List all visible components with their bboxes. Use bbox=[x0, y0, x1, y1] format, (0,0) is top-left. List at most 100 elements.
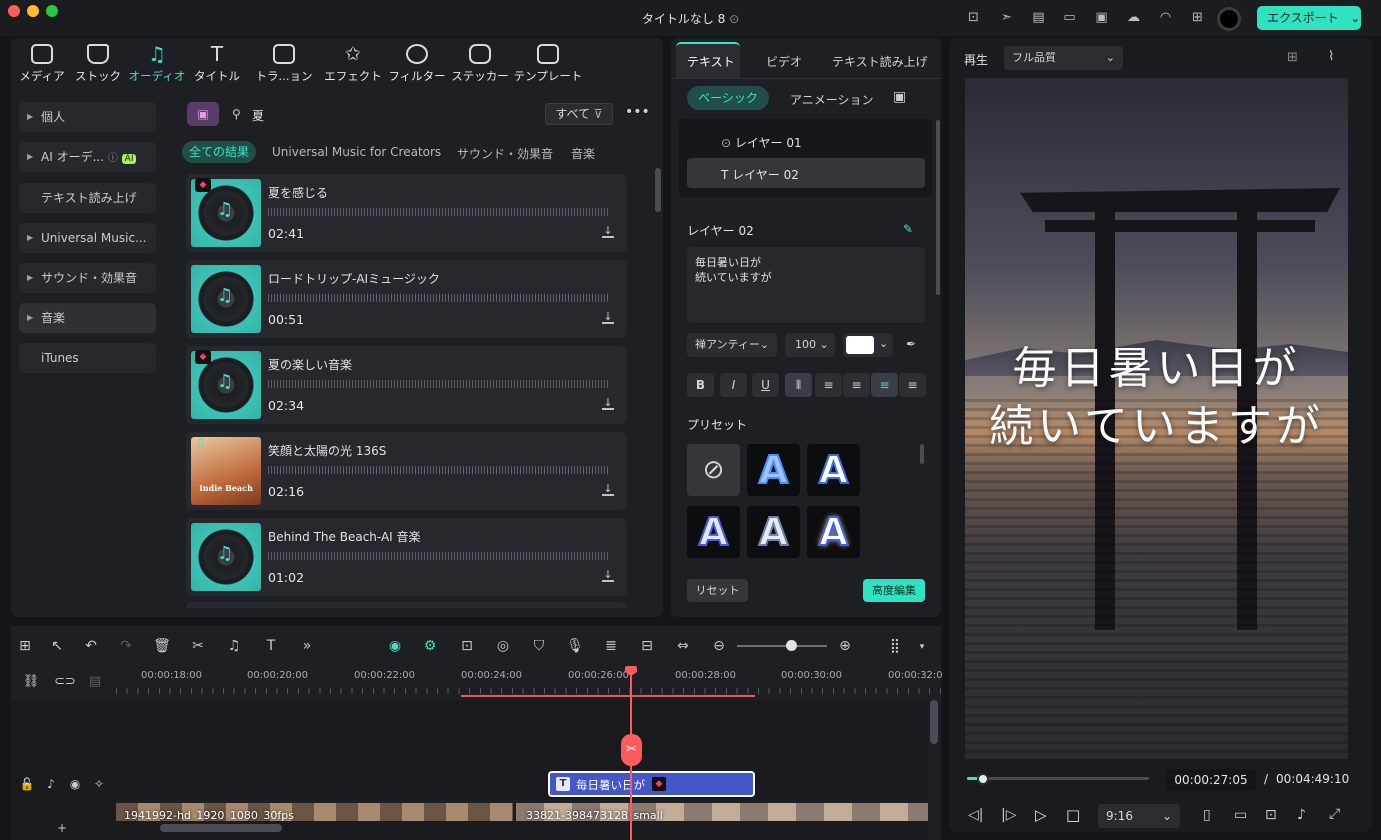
video-clip-1[interactable]: 1941992-hd_1920_1080_30fps bbox=[116, 803, 513, 822]
italic-button[interactable]: I bbox=[720, 373, 747, 397]
cloud-upload-icon[interactable]: ☁ bbox=[1125, 10, 1142, 25]
more-tools-icon[interactable]: » bbox=[298, 638, 316, 654]
clip-speed-icon[interactable]: ⊟ bbox=[638, 638, 656, 654]
subtab-animation[interactable]: アニメーション bbox=[790, 91, 874, 108]
underline-button[interactable]: U bbox=[752, 373, 779, 397]
tab-template[interactable]: テンプレート bbox=[513, 44, 583, 84]
color-picker[interactable]: ⌄ bbox=[843, 333, 893, 357]
list-item[interactable]: ♫ ◆ 夏の楽しい音楽 02:34 ↓ bbox=[186, 346, 627, 424]
quality-select[interactable]: フル品質 ⌄ bbox=[1004, 46, 1123, 70]
delete-icon[interactable]: 🗑 bbox=[153, 638, 171, 654]
redo-icon[interactable]: ↷ bbox=[117, 638, 135, 654]
avatar[interactable] bbox=[1217, 7, 1241, 31]
tab-filter[interactable]: フィルター bbox=[388, 44, 446, 84]
list-item[interactable]: Indie Beach ♫ 笑顔と太陽の光 136S 02:16 ↓ bbox=[186, 432, 627, 510]
headset-icon[interactable]: ◠ bbox=[1157, 10, 1174, 25]
vertical-text-button[interactable]: ⦀ bbox=[785, 373, 812, 397]
track-layout-icon[interactable]: ▤ bbox=[86, 674, 104, 689]
mute-icon[interactable]: ♪ bbox=[42, 777, 60, 791]
preset-purple[interactable]: A bbox=[687, 506, 740, 558]
project-icon[interactable]: ▤ bbox=[1030, 10, 1047, 25]
zoom-slider-handle[interactable] bbox=[786, 640, 797, 651]
font-select[interactable]: 禅アンティー⌄ bbox=[687, 333, 777, 357]
ai-music-icon[interactable]: ▣ bbox=[187, 102, 219, 126]
sidebar-item-universal[interactable]: ▶ Universal Music... bbox=[19, 223, 156, 253]
list-item[interactable]: ♫ Behind The Beach-AI 音楽 01:02 ↓ bbox=[186, 518, 627, 596]
shield-icon[interactable]: ⛉ bbox=[530, 638, 548, 654]
list-item[interactable]: ♫ ロードトリップ-AIミュージック 00:51 ↓ bbox=[186, 260, 627, 338]
layer-item-01[interactable]: ⊙ レイヤー 01 bbox=[721, 134, 802, 151]
music-list-icon[interactable]: ≣ bbox=[602, 638, 620, 654]
tab-effect[interactable]: ✩ エフェクト bbox=[324, 44, 382, 84]
save-icon[interactable]: ▣ bbox=[1093, 10, 1110, 25]
preset-none[interactable]: ⊘ bbox=[687, 444, 740, 496]
list-item[interactable]: ♫ ◆ 夏を感じる 02:41 ↓ bbox=[186, 174, 627, 252]
sidebar-item-ai-audio[interactable]: ▶ AI オーデ... ⓘ AI bbox=[19, 142, 156, 172]
volume-icon[interactable]: ♪ bbox=[1297, 807, 1306, 823]
tab-stock[interactable]: ストック bbox=[75, 44, 121, 84]
category-music[interactable]: 音楽 bbox=[571, 145, 595, 162]
tab-media[interactable]: メディア bbox=[19, 44, 65, 84]
video-preview[interactable]: 毎日暑い日が 続いていますが bbox=[965, 78, 1348, 759]
snap-icon[interactable]: ⚙ bbox=[421, 638, 439, 654]
tab-tts[interactable]: テキスト読み上げ bbox=[832, 53, 928, 70]
text-input[interactable]: 毎日暑い日が 続いていますが bbox=[687, 247, 925, 323]
reset-button[interactable]: リセット bbox=[687, 579, 748, 602]
timeline-scrollbar[interactable] bbox=[930, 700, 938, 744]
preset-white-blue[interactable]: A bbox=[807, 444, 860, 496]
render-icon[interactable]: ⊡ bbox=[458, 638, 476, 654]
align-left-button[interactable]: ≡ bbox=[815, 373, 842, 397]
category-universal[interactable]: Universal Music for Creators bbox=[272, 145, 441, 159]
media-scrollbar[interactable] bbox=[655, 168, 661, 212]
ai-pen-icon[interactable]: ✎ bbox=[903, 222, 913, 236]
gift-icon[interactable]: ⊡ bbox=[965, 10, 982, 25]
sidebar-item-sfx[interactable]: ▶ サウンド・効果音 bbox=[19, 263, 156, 293]
zoom-slider[interactable] bbox=[737, 645, 827, 647]
grid-settings-icon[interactable]: ⣿ bbox=[886, 638, 904, 654]
preview-caption[interactable]: 毎日暑い日が 続いていますが bbox=[965, 340, 1348, 456]
filter-dropdown[interactable]: すべて ⊽ bbox=[545, 103, 613, 125]
motion-icon[interactable]: ◎ bbox=[494, 638, 512, 654]
stop-icon[interactable]: □ bbox=[1066, 806, 1080, 824]
add-track-icon[interactable]: + bbox=[57, 821, 67, 835]
caret-down-icon[interactable]: ▾ bbox=[913, 642, 931, 652]
video-clip-2[interactable]: 33821-398473128_small bbox=[516, 803, 928, 822]
magic-icon[interactable]: ✧ bbox=[90, 777, 108, 791]
scope-icon[interactable]: ⌇ bbox=[1328, 49, 1334, 64]
audio-tool-icon[interactable]: ♫ bbox=[225, 638, 243, 654]
text-clip[interactable]: T 毎日暑い日が ◆ bbox=[548, 771, 755, 797]
undo-icon[interactable]: ↶ bbox=[82, 638, 100, 654]
sidebar-item-tts[interactable]: テキスト読み上げ bbox=[19, 183, 156, 213]
zoom-in-icon[interactable]: ⊕ bbox=[836, 638, 854, 654]
fit-icon[interactable]: ⇔ bbox=[674, 638, 692, 654]
eyedropper-icon[interactable]: ✒ bbox=[906, 337, 916, 351]
mark-in-icon[interactable]: ▯ bbox=[1203, 807, 1211, 823]
subtab-basic[interactable]: ベーシック bbox=[687, 86, 769, 110]
cut-icon[interactable]: ✂ bbox=[189, 638, 207, 654]
save-preset-icon[interactable]: ▣ bbox=[893, 89, 906, 105]
tab-sticker[interactable]: ステッカー bbox=[451, 44, 509, 84]
monitor-icon[interactable]: ▭ bbox=[1061, 10, 1078, 25]
fullscreen-icon[interactable]: ⤢ bbox=[1329, 806, 1340, 822]
text-tool-icon[interactable]: T bbox=[262, 638, 280, 654]
sidebar-item-itunes[interactable]: iTunes bbox=[19, 343, 156, 373]
layout-icon[interactable]: ⊞ bbox=[16, 638, 34, 654]
align-center-button[interactable]: ≡ bbox=[871, 373, 898, 397]
next-frame-icon[interactable]: |▷ bbox=[1001, 807, 1016, 823]
snapshot-icon[interactable]: ⊡ bbox=[1265, 807, 1277, 823]
advanced-edit-button[interactable]: 高度編集 bbox=[863, 579, 925, 602]
download-icon[interactable]: ↓ bbox=[602, 311, 614, 324]
tab-transition[interactable]: トラ...ョン bbox=[254, 44, 314, 84]
preset-scrollbar[interactable] bbox=[920, 444, 924, 464]
bold-button[interactable]: B bbox=[687, 373, 714, 397]
props-scrollbar[interactable] bbox=[936, 120, 940, 295]
download-icon[interactable]: ↓ bbox=[602, 483, 614, 496]
tab-title[interactable]: T タイトル bbox=[194, 44, 240, 84]
tab-audio[interactable]: ♫ オーディオ bbox=[128, 44, 186, 84]
prev-frame-icon[interactable]: ◁| bbox=[968, 807, 983, 823]
unlink-icon[interactable]: ⛓ bbox=[22, 674, 40, 689]
category-sfx[interactable]: サウンド・効果音 bbox=[457, 145, 553, 162]
aspect-ratio-select[interactable]: 9:16 ⌄ bbox=[1098, 804, 1180, 828]
sidebar-item-personal[interactable]: ▶ 個人 bbox=[19, 102, 156, 132]
justify-button[interactable]: ≡ bbox=[899, 373, 926, 397]
